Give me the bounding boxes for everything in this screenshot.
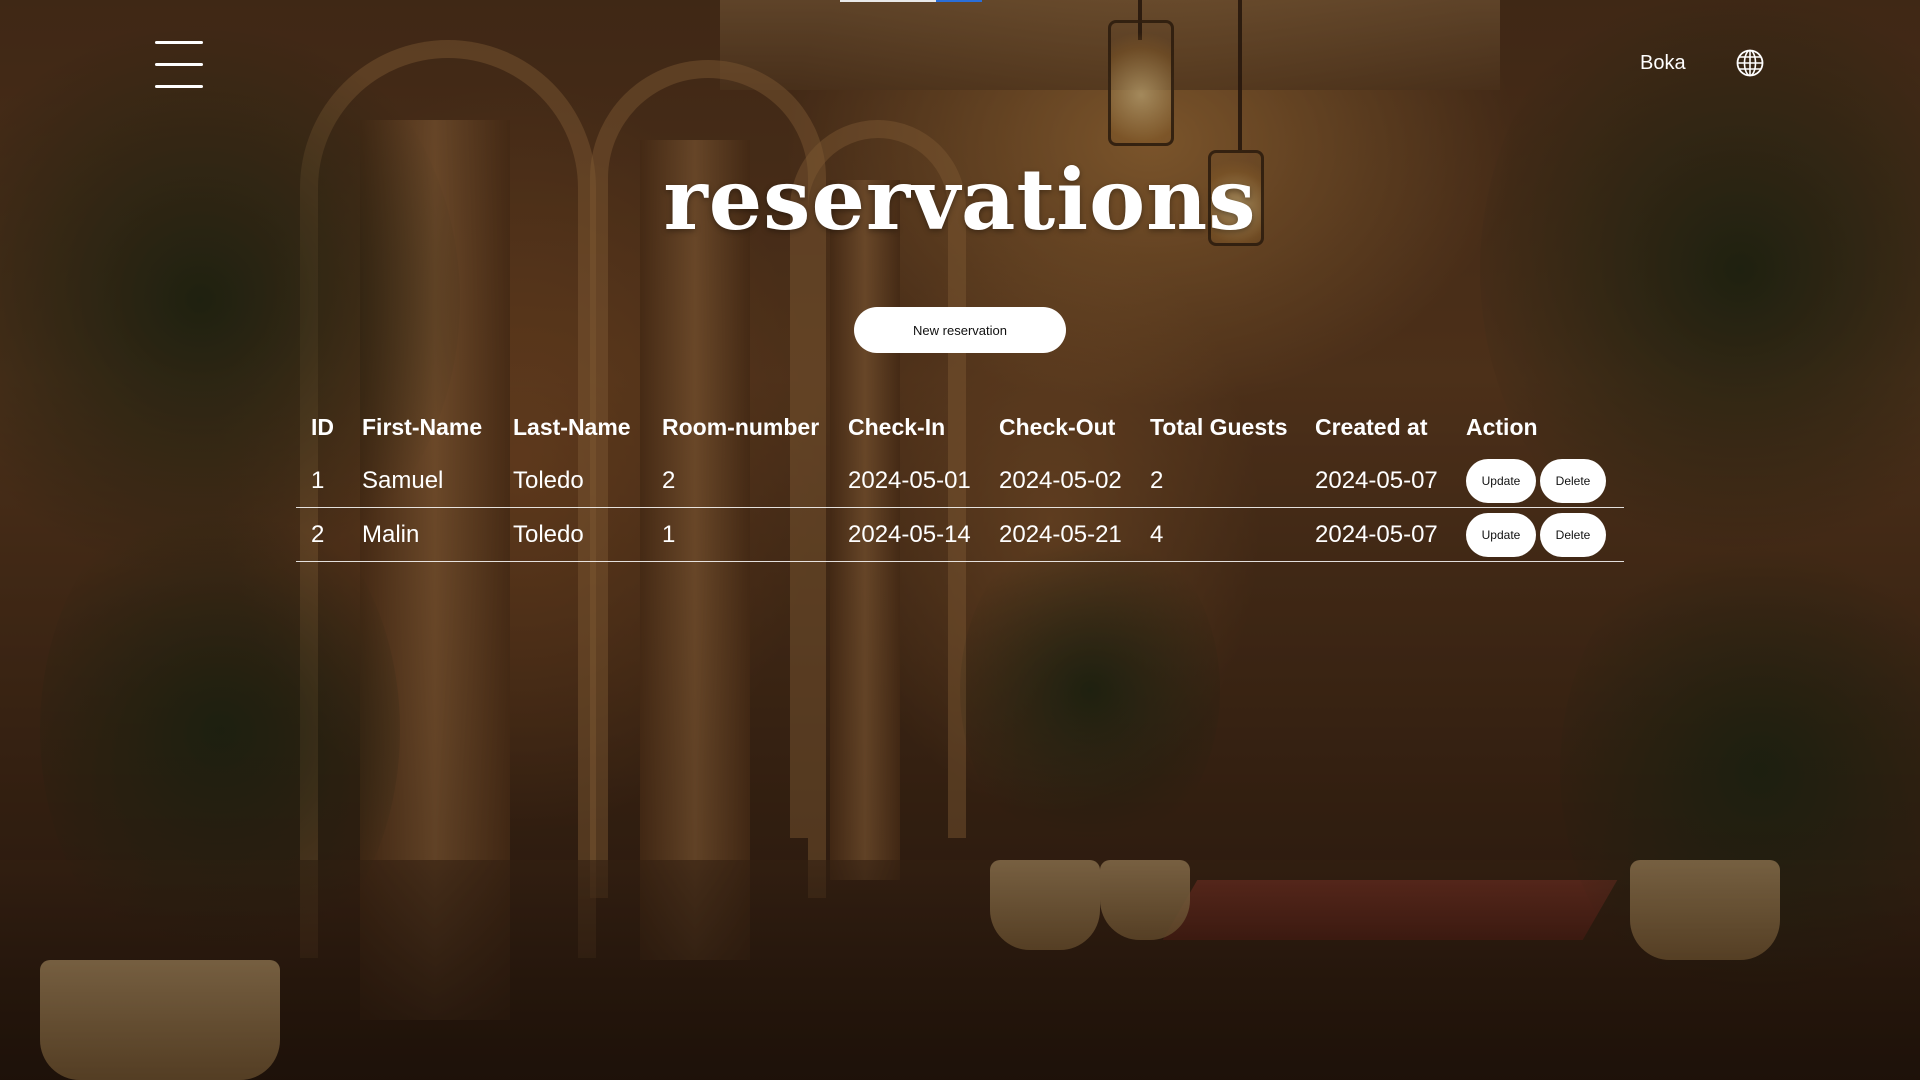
column-header-check-in: Check-In [848,413,946,440]
cell-id: 2 [296,507,347,562]
column-header-last-name: Last-Name [513,413,631,440]
cell-id: 1 [296,454,347,508]
menu-line [155,85,203,88]
reservations-table: ID First-Name Last-Name Room-number Chec… [296,400,1624,562]
cell-last-name: Toledo [498,507,647,562]
cell-room-number: 2 [647,454,833,508]
hamburger-menu-icon[interactable] [153,41,205,89]
cell-check-in: 2024-05-14 [833,507,984,562]
column-header-id: ID [311,413,334,440]
update-button[interactable]: Update [1466,458,1536,503]
table-row: 2 Malin Toledo 1 2024-05-14 2024-05-21 4… [296,507,1624,562]
cell-last-name: Toledo [498,454,647,508]
delete-button[interactable]: Delete [1540,512,1606,557]
page-title: reservations [663,150,1257,249]
globe-icon[interactable] [1735,48,1765,78]
cell-created-at: 2024-05-07 [1300,507,1451,562]
table-header-row: ID First-Name Last-Name Room-number Chec… [296,400,1624,454]
cell-total-guests: 4 [1135,507,1300,562]
menu-line [155,63,203,66]
column-header-created-at: Created at [1315,413,1428,440]
column-header-action: Action [1466,413,1538,440]
top-strip-accent [936,0,982,2]
cell-total-guests: 2 [1135,454,1300,508]
column-header-room-number: Room-number [662,413,820,440]
column-header-total-guests: Total Guests [1150,413,1288,440]
column-header-first-name: First-Name [362,413,483,440]
cell-first-name: Malin [347,507,498,562]
cell-room-number: 1 [647,507,833,562]
cell-first-name: Samuel [347,454,498,508]
cell-check-in: 2024-05-01 [833,454,984,508]
delete-button[interactable]: Delete [1540,458,1606,503]
cell-created-at: 2024-05-07 [1300,454,1451,508]
cell-check-out: 2024-05-21 [984,507,1135,562]
menu-line [155,41,203,44]
cell-action: Update Delete [1451,507,1624,562]
new-reservation-button[interactable]: New reservation [854,307,1066,353]
column-header-check-out: Check-Out [999,413,1116,440]
cell-action: Update Delete [1451,454,1624,508]
book-link[interactable]: Boka [1640,52,1686,75]
table-row: 1 Samuel Toledo 2 2024-05-01 2024-05-02 … [296,454,1624,508]
cell-check-out: 2024-05-02 [984,454,1135,508]
update-button[interactable]: Update [1466,512,1536,557]
